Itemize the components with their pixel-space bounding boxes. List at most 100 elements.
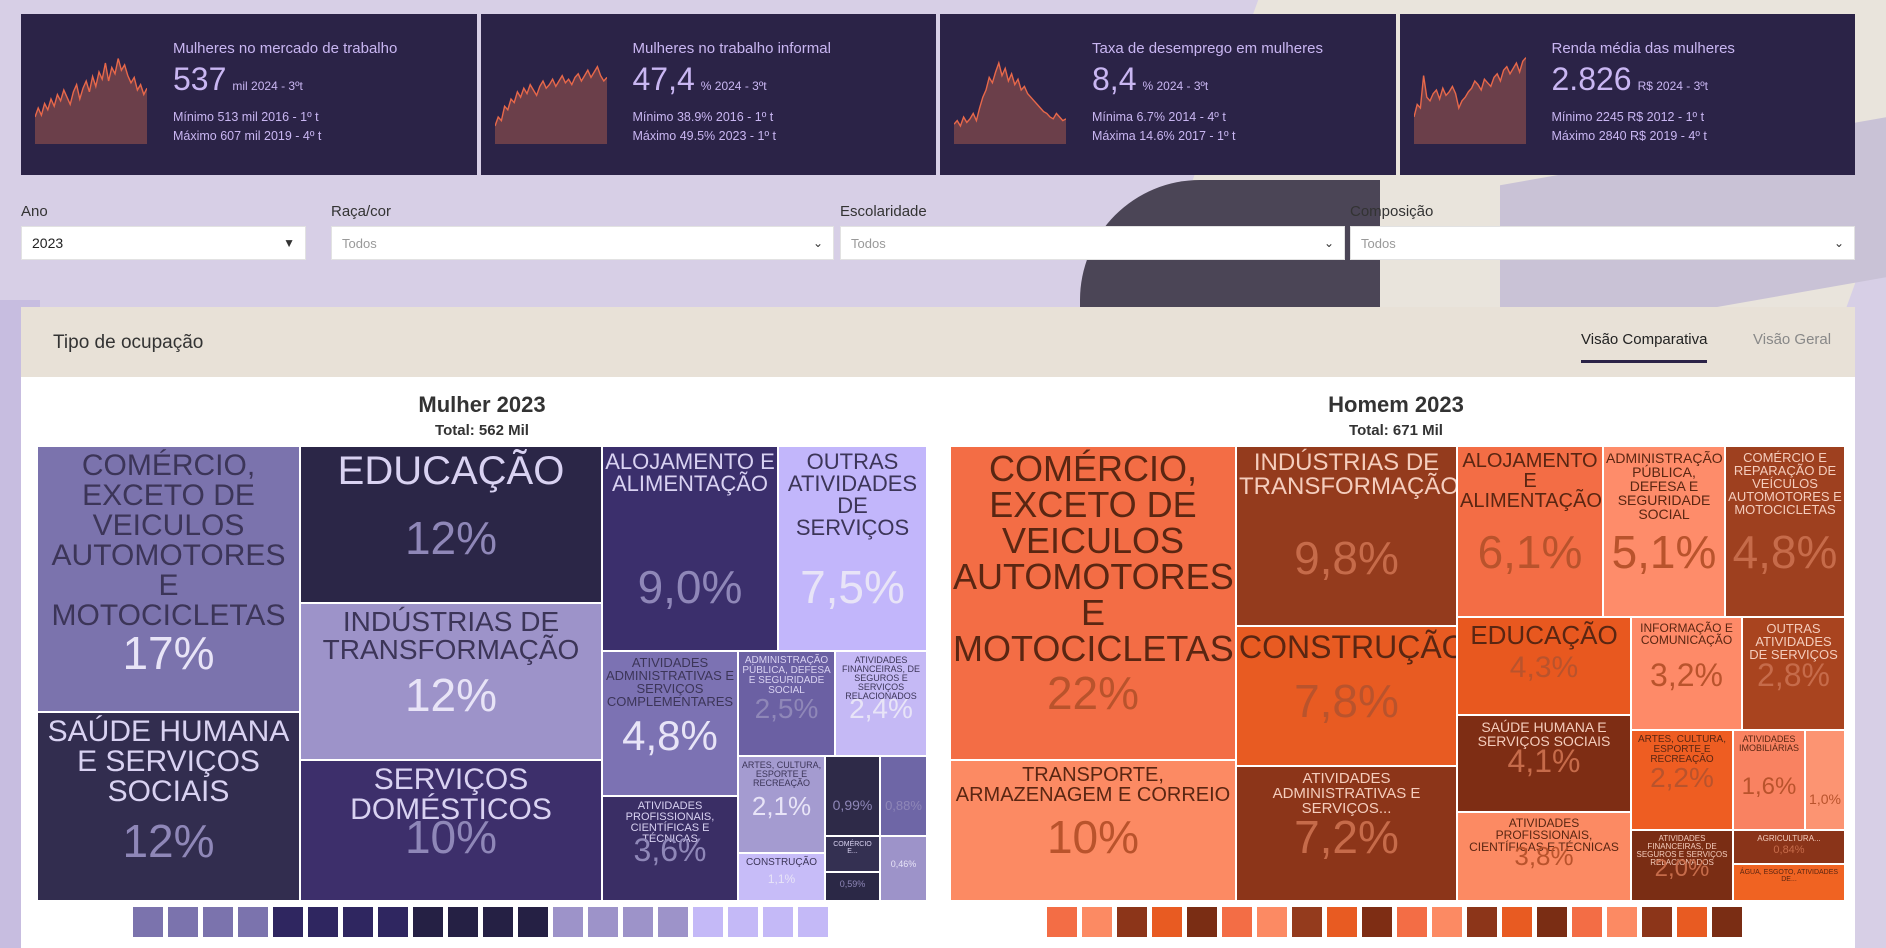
legend-swatch[interactable] (1607, 907, 1637, 937)
treemap-cell-servicos-domesticos[interactable]: Serviços domésticos 10% (300, 760, 602, 901)
legend-swatch[interactable] (343, 907, 373, 937)
legend-swatch[interactable] (448, 907, 478, 937)
kpi-max: Máximo 607 mil 2019 - 4º t (173, 129, 322, 143)
treemap-cell-construcao[interactable]: Construção 1,1% (738, 853, 825, 901)
composicao-select[interactable]: Todos ⌄ (1350, 226, 1855, 260)
treemap-cell-transporte[interactable]: Transporte, armazenagem e correio 10% (950, 760, 1236, 901)
treemap-cell-construcao[interactable]: Construção 7,8% (1236, 626, 1457, 766)
legend-swatch[interactable] (273, 907, 303, 937)
legend-swatch[interactable] (798, 907, 828, 937)
legend-swatch[interactable] (1292, 907, 1322, 937)
treemap-cell-small-a[interactable]: 0,99% (825, 756, 880, 836)
treemap-cell-outras-servicos[interactable]: Outras atividades de serviços 7,5% (778, 446, 927, 651)
tab-visao-comparativa[interactable]: Visão Comparativa (1581, 331, 1708, 363)
treemap-cell-imobiliarias[interactable]: Atividades imobiliárias 1,6% (1733, 730, 1805, 830)
treemap-cell-label: Saúde humana e serviços sociais (47, 715, 290, 808)
treemap-cell-atividades-financeiras[interactable]: Atividades financeiras, de seguros e ser… (1631, 830, 1733, 901)
treemap-cell-small-a[interactable]: 1,0% (1805, 730, 1845, 830)
treemap-cell-atividades-administrativas[interactable]: Atividades administrativas e serviços...… (1236, 766, 1457, 901)
treemap-cell-administracao-publica[interactable]: Administração pública, defesa e segurida… (738, 651, 835, 756)
legend-swatch[interactable] (1642, 907, 1672, 937)
legend-swatch[interactable] (378, 907, 408, 937)
kpi-min: Mínimo 38.9% 2016 - 1º t (632, 110, 774, 124)
legend-swatch[interactable] (658, 907, 688, 937)
legend-swatch[interactable] (1222, 907, 1252, 937)
mulher-chart-subtitle: Total: 562 Mil (435, 422, 529, 439)
legend-swatch[interactable] (553, 907, 583, 937)
treemap-cell-industrias[interactable]: Indústrias de transformação 12% (300, 603, 602, 760)
treemap-cell-value: 0,99% (832, 797, 873, 814)
ano-select[interactable]: 2023 ▼ (21, 226, 306, 260)
legend-swatch[interactable] (588, 907, 618, 937)
legend-swatch[interactable] (1572, 907, 1602, 937)
kpi-unit: mil 2024 - 3ºt (232, 79, 303, 93)
filter-escolaridade: Escolaridade Todos ⌄ (840, 198, 1345, 260)
tab-visao-geral[interactable]: Visão Geral (1753, 331, 1831, 360)
legend-swatch[interactable] (1117, 907, 1147, 937)
treemap-cell-label: Comércio, exceto de veiculos automotores… (953, 448, 1234, 669)
legend-swatch[interactable] (1257, 907, 1287, 937)
treemap-cell-value: 17% (122, 626, 215, 679)
legend-swatch[interactable] (1082, 907, 1112, 937)
raca-select[interactable]: Todos ⌄ (331, 226, 834, 260)
kpi-unit: R$ 2024 - 3ºt (1637, 79, 1709, 93)
legend-swatch[interactable] (1327, 907, 1357, 937)
legend-swatch[interactable] (1152, 907, 1182, 937)
treemap-cell-agua-esgoto[interactable]: Água, esgoto, atividades de... (1733, 864, 1845, 901)
kpi-card-mercado[interactable]: Mulheres no mercado de trabalho 537 mil 2… (21, 14, 477, 175)
treemap-cell-alojamento[interactable]: Alojamento e alimentação 9,0% (602, 446, 778, 651)
escolaridade-select[interactable]: Todos ⌄ (840, 226, 1345, 260)
legend-swatch[interactable] (133, 907, 163, 937)
legend-swatch[interactable] (1362, 907, 1392, 937)
legend-swatch[interactable] (1187, 907, 1217, 937)
treemap-cell-alojamento[interactable]: Alojamento e alimentação 6,1% (1457, 446, 1603, 617)
treemap-cell-label: Indústrias de transformação (1239, 449, 1457, 500)
legend-swatch[interactable] (1047, 907, 1077, 937)
legend-swatch[interactable] (623, 907, 653, 937)
treemap-cell-small-d[interactable]: 0,46% (880, 836, 927, 901)
treemap-cell-comercio-e[interactable]: Comércio e... (825, 836, 880, 872)
legend-swatch[interactable] (1537, 907, 1567, 937)
panel-title: Tipo de ocupação (53, 332, 204, 353)
legend-swatch[interactable] (728, 907, 758, 937)
kpi-card-desemprego[interactable]: Taxa de desemprego em mulheres 8,4 % 2024… (940, 14, 1396, 175)
treemap-cell-educacao[interactable]: Educação 12% (300, 446, 602, 603)
treemap-cell-small-c[interactable]: 0,59% (825, 872, 880, 901)
legend-swatch[interactable] (168, 907, 198, 937)
treemap-cell-comercio-reparacao[interactable]: Comércio e reparação de veículos automot… (1725, 446, 1845, 617)
legend-swatch[interactable] (518, 907, 548, 937)
legend-swatch[interactable] (308, 907, 338, 937)
legend-swatch[interactable] (238, 907, 268, 937)
legend-swatch[interactable] (1502, 907, 1532, 937)
legend-swatch[interactable] (1397, 907, 1427, 937)
treemap-cell-small-b[interactable]: 0,88% (880, 756, 927, 836)
treemap-cell-artes-cultura[interactable]: Artes, cultura, esporte e recreação 2,2% (1631, 730, 1733, 830)
treemap-cell-administracao-publica[interactable]: Administração pública, defesa e segurida… (1603, 446, 1725, 617)
treemap-cell-comercio[interactable]: Comércio, exceto de veiculos automotores… (37, 446, 300, 712)
treemap-cell-value: 3,8% (1514, 840, 1574, 871)
treemap-cell-saude[interactable]: Saúde humana e serviços sociais 4,1% (1457, 715, 1631, 812)
treemap-cell-comercio[interactable]: Comércio, exceto de veiculos automotores… (950, 446, 1236, 760)
legend-swatch[interactable] (203, 907, 233, 937)
treemap-cell-agricultura[interactable]: Agricultura... 0,84% (1733, 830, 1845, 864)
kpi-card-informal[interactable]: Mulheres no trabalho informal 47,4 % 2024… (480, 14, 936, 175)
legend-swatch[interactable] (1712, 907, 1742, 937)
treemap-cell-artes-cultura[interactable]: Artes, cultura, esporte e recreação 2,1% (738, 756, 825, 853)
treemap-cell-outras-servicos[interactable]: Outras atividades de serviços 2,8% (1742, 617, 1845, 730)
legend-swatch[interactable] (1467, 907, 1497, 937)
treemap-cell-saude[interactable]: Saúde humana e serviços sociais 12% (37, 712, 300, 901)
treemap-cell-atividades-profissionais[interactable]: Atividades profissionais, científicas e … (602, 796, 738, 901)
treemap-cell-informacao[interactable]: Informação e comunicação 3,2% (1631, 617, 1742, 730)
treemap-cell-atividades-administrativas[interactable]: Atividades administrativas e serviços co… (602, 651, 738, 796)
legend-swatch[interactable] (1677, 907, 1707, 937)
treemap-cell-atividades-financeiras[interactable]: Atividades financeiras, de seguros e ser… (835, 651, 927, 756)
legend-swatch[interactable] (693, 907, 723, 937)
treemap-cell-educacao[interactable]: Educação 4,3% (1457, 617, 1631, 715)
legend-swatch[interactable] (413, 907, 443, 937)
kpi-card-renda[interactable]: Renda média das mulheres 2.826 R$ 2024 - … (1399, 14, 1855, 175)
treemap-cell-atividades-profissionais[interactable]: Atividades profissionais, científicas e … (1457, 812, 1631, 901)
treemap-cell-industrias[interactable]: Indústrias de transformação 9,8% (1236, 446, 1457, 626)
legend-swatch[interactable] (1432, 907, 1462, 937)
legend-swatch[interactable] (483, 907, 513, 937)
legend-swatch[interactable] (763, 907, 793, 937)
